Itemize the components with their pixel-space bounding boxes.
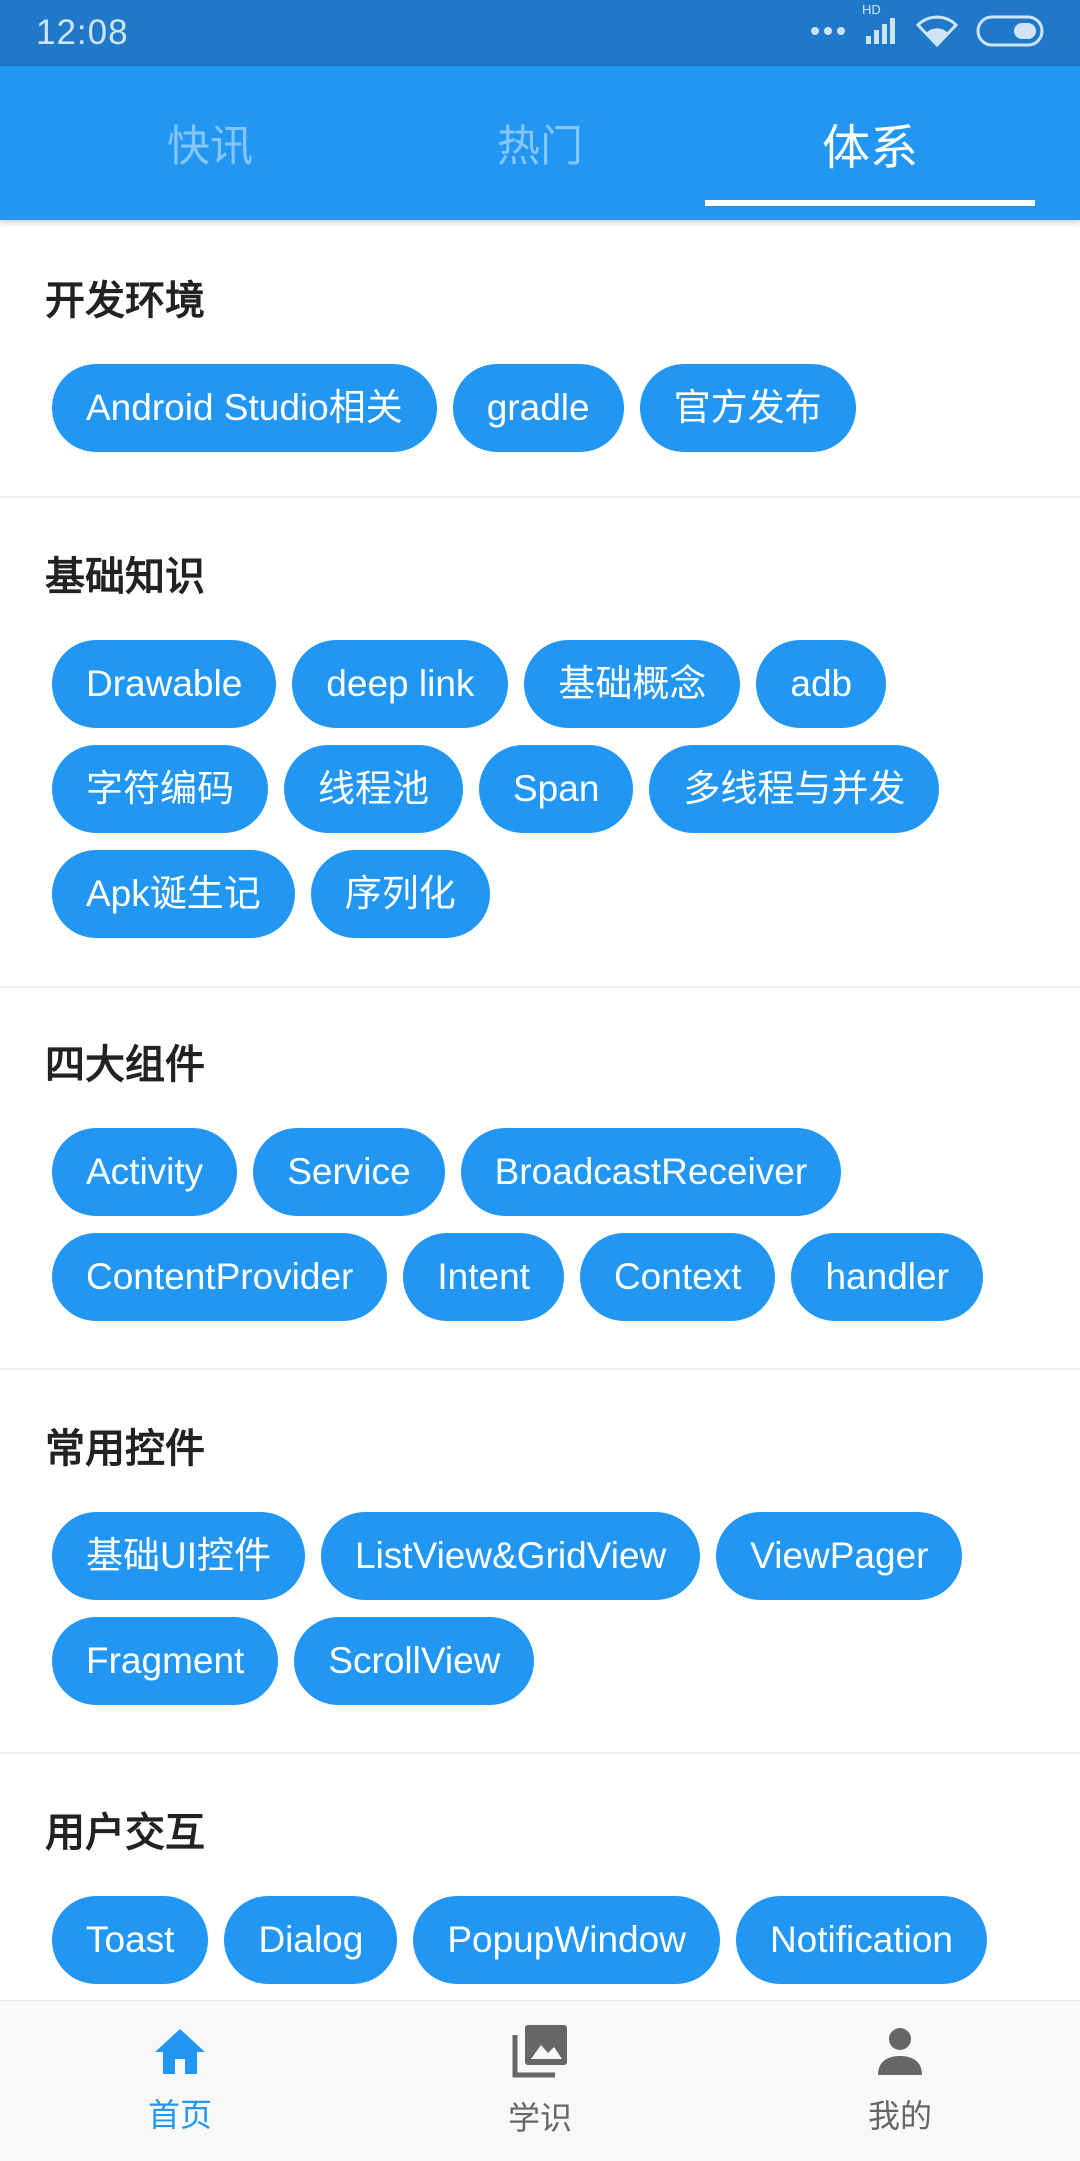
section-four-components[interactable]: 四大组件 Activity Service BroadcastReceiver … xyxy=(0,988,1080,1370)
section-title: 开发环境 xyxy=(45,279,205,323)
chip-group: Activity Service BroadcastReceiver Conte… xyxy=(0,1128,1080,1321)
section-basic-knowledge[interactable]: 基础知识 Drawable deep link 基础概念 adb 字符编码 线程… xyxy=(0,498,1080,988)
chip[interactable]: Context xyxy=(579,1233,776,1321)
chip[interactable]: handler xyxy=(791,1233,983,1321)
chip[interactable]: 序列化 xyxy=(310,850,490,938)
chip[interactable]: 线程池 xyxy=(284,745,463,833)
tab-tixi[interactable]: 体系 xyxy=(705,66,1035,220)
section-title: 常用控件 xyxy=(45,1427,205,1471)
section-user-interaction[interactable]: 用户交互 Toast Dialog PopupWindow Notificati… xyxy=(0,1754,1080,2000)
home-icon xyxy=(152,2026,208,2090)
chip[interactable]: Fragment xyxy=(52,1617,279,1705)
bottom-navigation: 首页 学识 我的 xyxy=(0,2000,1080,2161)
chip[interactable]: gradle xyxy=(452,364,624,452)
tab-indicator xyxy=(705,200,1035,206)
tab-label: 体系 xyxy=(821,122,918,175)
section-dev-environment[interactable]: 开发环境 Android Studio相关 gradle 官方发布 xyxy=(0,220,1080,498)
chip[interactable]: ScrollView xyxy=(294,1617,535,1705)
chip[interactable]: ContentProvider xyxy=(52,1233,388,1321)
status-icons: HD xyxy=(810,2,1044,52)
knowledge-tree-list[interactable]: 开发环境 Android Studio相关 gradle 官方发布 基础知识 D… xyxy=(0,220,1080,2000)
section-title: 四大组件 xyxy=(45,1043,205,1087)
chip-group: Drawable deep link 基础概念 adb 字符编码 线程池 Spa… xyxy=(0,640,1080,938)
chip[interactable]: Notification xyxy=(735,1896,987,1984)
chip-group: Android Studio相关 gradle 官方发布 xyxy=(0,364,1080,452)
more-dots-icon xyxy=(810,24,846,42)
chip[interactable]: Drawable xyxy=(52,640,277,728)
section-common-widgets[interactable]: 常用控件 基础UI控件 ListView&GridView ViewPager … xyxy=(0,1370,1080,1754)
chip[interactable]: Dialog xyxy=(224,1896,398,1984)
nav-label: 我的 xyxy=(867,2098,932,2134)
person-icon xyxy=(874,2025,926,2091)
tab-kuaixun[interactable]: 快讯 xyxy=(45,66,375,220)
tab-remen[interactable]: 热门 xyxy=(375,66,705,220)
tab-label: 热门 xyxy=(497,123,583,171)
chip[interactable]: Toast xyxy=(52,1896,209,1984)
section-title: 基础知识 xyxy=(45,555,205,599)
chip[interactable]: 字符编码 xyxy=(52,745,268,833)
chip[interactable]: PopupWindow xyxy=(413,1896,720,1984)
chip[interactable]: ViewPager xyxy=(716,1512,963,1600)
chip[interactable]: 基础概念 xyxy=(524,640,741,728)
chip[interactable]: Span xyxy=(479,745,634,833)
chip[interactable]: Android Studio相关 xyxy=(52,364,437,452)
network-type: HD xyxy=(862,1,881,17)
nav-study[interactable]: 学识 xyxy=(360,2001,720,2161)
chip-group: Toast Dialog PopupWindow Notification xyxy=(0,1896,1080,2000)
nav-label: 首页 xyxy=(147,2097,212,2133)
nav-mine[interactable]: 我的 xyxy=(720,2001,1080,2161)
photo-library-icon xyxy=(511,2023,569,2093)
chip[interactable]: 基础UI控件 xyxy=(52,1512,305,1600)
chip[interactable]: Activity xyxy=(52,1128,238,1216)
section-title: 用户交互 xyxy=(45,1811,205,1855)
tab-label: 快讯 xyxy=(167,123,253,171)
chip[interactable]: Apk诞生记 xyxy=(52,850,295,938)
chip[interactable]: deep link xyxy=(292,640,509,728)
wifi-icon xyxy=(915,15,959,52)
nav-home[interactable]: 首页 xyxy=(0,2001,360,2161)
status-bar: 12:08 HD xyxy=(0,0,1080,66)
chip[interactable]: ListView&GridView xyxy=(321,1512,701,1600)
chip[interactable]: BroadcastReceiver xyxy=(460,1128,842,1216)
battery-icon xyxy=(976,15,1044,52)
status-time: 12:08 xyxy=(36,13,129,52)
chip-group: 基础UI控件 ListView&GridView ViewPager Fragm… xyxy=(0,1512,1080,1705)
top-tab-bar: 快讯 热门 体系 xyxy=(0,66,1080,220)
nav-label: 学识 xyxy=(507,2100,572,2136)
chip[interactable]: Service xyxy=(253,1128,445,1216)
chip[interactable]: 官方发布 xyxy=(639,364,856,452)
chip[interactable]: Intent xyxy=(403,1233,564,1321)
chip[interactable]: adb xyxy=(756,640,887,728)
chip[interactable]: 多线程与并发 xyxy=(649,745,940,833)
signal-icon: HD xyxy=(862,2,898,51)
